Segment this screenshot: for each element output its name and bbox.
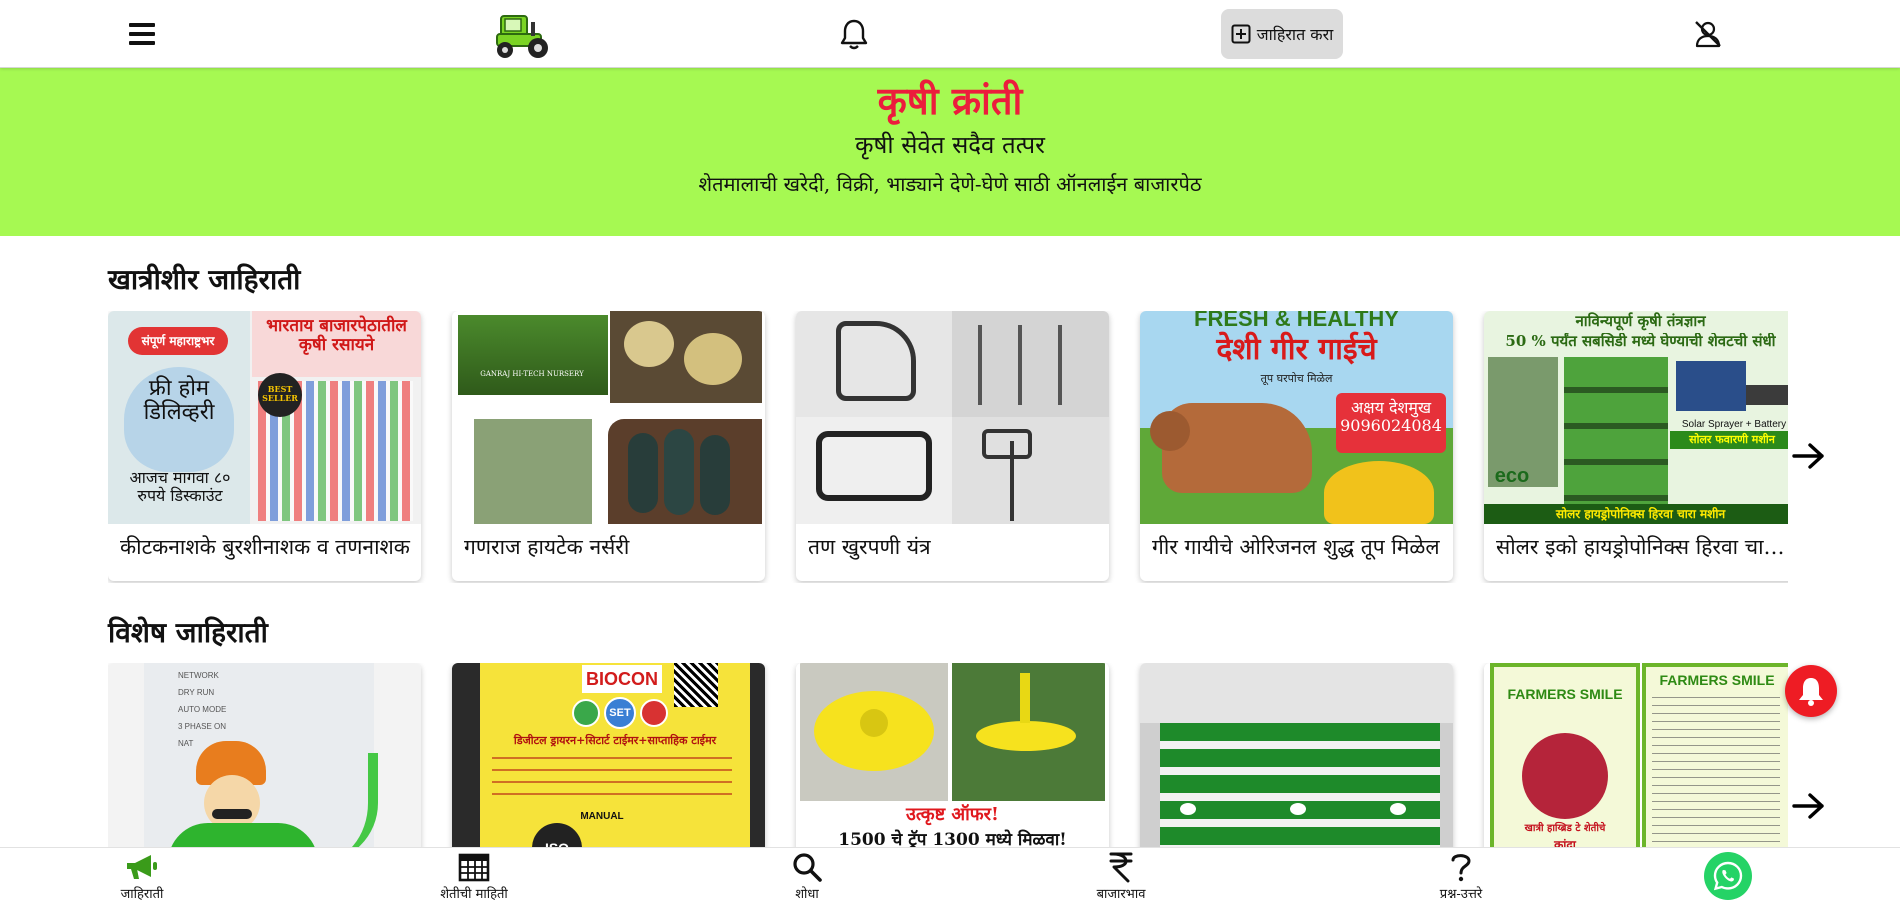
special-ads-title: विशेष जाहिराती xyxy=(108,616,268,649)
ad-caption: गणराज हायटेक नर्सरी xyxy=(464,535,630,559)
special-ad-card[interactable]: NETWORK DRY RUN AUTO MODE 3 PHASE ON NAT xyxy=(108,663,421,847)
megaphone-icon xyxy=(125,850,159,884)
special-ad-card[interactable]: उत्कृष्ट ऑफर! 1500 चे ट्रॅप 1300 मध्ये म… xyxy=(796,663,1109,847)
menu-button[interactable] xyxy=(122,14,162,54)
hero-tagline: कृषी सेवेत सदैव तत्पर xyxy=(855,131,1045,159)
verified-ads-carousel: संपूर्ण महाराष्ट्रभर फ्री होम डिलिव्हरी … xyxy=(108,311,1788,583)
calendar-icon xyxy=(458,850,490,884)
whatsapp-button[interactable] xyxy=(1704,852,1752,900)
arrow-right-icon xyxy=(1792,793,1824,819)
verified-ads-next-button[interactable] xyxy=(1787,436,1831,476)
whatsapp-icon xyxy=(1713,861,1743,891)
ad-card[interactable]: GANRAJ HI-TECH NURSERY गणराज हायटेक नर्स… xyxy=(452,311,765,581)
ad-card[interactable]: नाविन्यपूर्ण कृषी तंत्रज्ञान 50 % पर्यंत… xyxy=(1484,311,1788,581)
question-icon xyxy=(1450,850,1472,884)
arrow-right-icon xyxy=(1792,443,1824,469)
bottom-navigation: जाहिराती शेतीची माहिती शोधा बाजारभाव प्र… xyxy=(0,847,1900,903)
special-ad-card[interactable] xyxy=(1140,663,1453,847)
user-off-icon xyxy=(1695,21,1721,48)
nav-label: शोधा xyxy=(795,887,819,902)
ad-card[interactable]: संपूर्ण महाराष्ट्रभर फ्री होम डिलिव्हरी … xyxy=(108,311,421,581)
nav-item-ads[interactable]: जाहिराती xyxy=(62,850,222,902)
search-icon xyxy=(791,850,823,884)
special-ads-next-button[interactable] xyxy=(1787,786,1831,826)
ad-caption: तण खुरपणी यंत्र xyxy=(808,535,931,559)
rupee-icon xyxy=(1108,850,1134,884)
notifications-button[interactable] xyxy=(834,12,874,56)
nav-label: बाजारभाव xyxy=(1096,887,1146,902)
bell-icon xyxy=(840,19,868,50)
verified-ads-title: खात्रीशीर जाहिराती xyxy=(108,263,301,296)
ad-image: उत्कृष्ट ऑफर! 1500 चे ट्रॅप 1300 मध्ये म… xyxy=(796,663,1109,847)
ad-image: BIOCON SET डिजीटल ड्रायरन+सिटार्ट टाईमर+… xyxy=(452,663,765,847)
post-ad-button[interactable]: जाहिरात करा xyxy=(1221,9,1343,59)
ad-card[interactable]: FRESH & HEALTHY देशी गीर गाईचे तूप घरपोच… xyxy=(1140,311,1453,581)
ad-image xyxy=(796,311,1109,524)
top-app-bar: जाहिरात करा xyxy=(0,0,1900,68)
nav-item-market-rates[interactable]: बाजारभाव xyxy=(1041,850,1201,902)
plus-square-icon xyxy=(1231,24,1251,44)
ad-image: GANRAJ HI-TECH NURSERY xyxy=(452,311,765,524)
ad-caption: गीर गायीचे ओरिजनल शुद्ध तूप मिळेल xyxy=(1152,535,1440,559)
post-ad-label: जाहिरात करा xyxy=(1256,25,1334,44)
ad-image: संपूर्ण महाराष्ट्रभर फ्री होम डिलिव्हरी … xyxy=(108,311,421,524)
ad-card[interactable]: तण खुरपणी यंत्र xyxy=(796,311,1109,581)
special-ad-card[interactable]: FARMERS SMILE खात्री हाय्ब्रिड टे शेतीचे… xyxy=(1484,663,1788,847)
ad-image: FRESH & HEALTHY देशी गीर गाईचे तूप घरपोच… xyxy=(1140,311,1453,524)
ad-caption: सोलर इको हायड्रोपोनिक्स हिरवा चारा मशीन xyxy=(1496,535,1788,559)
hamburger-menu-icon xyxy=(129,23,155,45)
ad-caption: कीटकनाशके बुरशीनाशक व तणनाशक xyxy=(120,535,410,559)
hero-subtitle: शेतमालाची खरेदी, विक्री, भाड्याने देणे-घ… xyxy=(698,172,1202,196)
ad-image xyxy=(1140,663,1453,847)
nav-label: प्रश्न-उत्तरे xyxy=(1439,887,1483,902)
ad-image: NETWORK DRY RUN AUTO MODE 3 PHASE ON NAT xyxy=(108,663,421,847)
nav-item-search[interactable]: शोधा xyxy=(727,850,887,902)
nav-item-farming-info[interactable]: शेतीची माहिती xyxy=(394,850,554,902)
ad-image: नाविन्यपूर्ण कृषी तंत्रज्ञान 50 % पर्यंत… xyxy=(1484,311,1788,524)
hero-title: कृषी क्रांती xyxy=(877,78,1023,123)
bell-icon xyxy=(1799,678,1823,706)
tractor-logo[interactable] xyxy=(490,6,554,62)
nav-label: जाहिराती xyxy=(120,887,164,902)
floating-notification-button[interactable] xyxy=(1785,665,1837,717)
special-ad-card[interactable]: BIOCON SET डिजीटल ड्रायरन+सिटार्ट टाईमर+… xyxy=(452,663,765,847)
account-button[interactable] xyxy=(1688,14,1728,54)
hero-banner: कृषी क्रांती कृषी सेवेत सदैव तत्पर शेतमा… xyxy=(0,68,1900,236)
nav-item-qa[interactable]: प्रश्न-उत्तरे xyxy=(1381,850,1541,902)
ad-image: FARMERS SMILE खात्री हाय्ब्रिड टे शेतीचे… xyxy=(1484,663,1788,847)
special-ads-carousel: NETWORK DRY RUN AUTO MODE 3 PHASE ON NAT… xyxy=(108,663,1788,847)
nav-label: शेतीची माहिती xyxy=(440,887,508,902)
